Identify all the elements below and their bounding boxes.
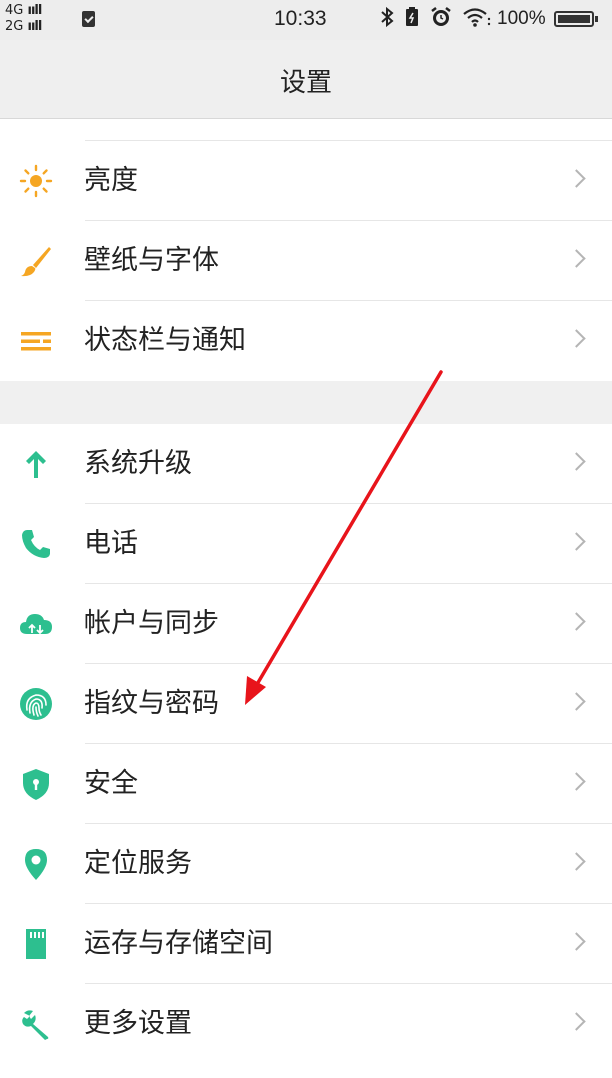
signal-2g: 2G ııll <box>5 19 43 34</box>
chevron-right-icon <box>567 932 586 951</box>
brightness-icon <box>18 163 54 199</box>
settings-item-label: 电话 <box>84 528 138 559</box>
settings-item-label: 指纹与密码 <box>84 688 219 719</box>
signal-4g: 4G ııll <box>5 3 43 18</box>
chevron-right-icon <box>567 852 586 871</box>
chevron-right-icon <box>567 772 586 791</box>
settings-item-phone[interactable]: 电话 <box>0 504 612 584</box>
status-bar: 4G ııll 2G ııll 10:33 100% <box>0 0 612 40</box>
chevron-right-icon <box>567 249 586 268</box>
status-clock: 10:33 <box>274 7 327 30</box>
settings-item-label: 亮度 <box>84 165 138 196</box>
settings-item-system-update[interactable]: 系统升级 <box>0 424 612 504</box>
settings-group-system: 系统升级 电话 帐户与同步 指纹与密码 安全 定位服务 运存与存储空间 更多设置 <box>0 424 612 1078</box>
battery-icon <box>554 11 598 27</box>
settings-item-fingerprint-password[interactable]: 指纹与密码 <box>0 664 612 744</box>
arrow-up-icon <box>18 446 54 482</box>
sd-card-icon <box>18 926 54 962</box>
signal-2g-label: 2G <box>5 19 24 34</box>
settings-item-label: 更多设置 <box>84 1008 192 1039</box>
settings-item-label: 运存与存储空间 <box>84 928 273 959</box>
settings-item-statusbar-notifications[interactable]: 状态栏与通知 <box>0 301 612 381</box>
settings-item-label: 系统升级 <box>84 448 192 479</box>
status-bar-list-icon <box>18 323 54 359</box>
settings-item-security[interactable]: 安全 <box>0 744 612 824</box>
title-bar: 设置 <box>0 40 612 119</box>
battery-saver-icon <box>405 6 419 33</box>
settings-item-location[interactable]: 定位服务 <box>0 824 612 904</box>
settings-item-memory-storage[interactable]: 运存与存储空间 <box>0 904 612 984</box>
wifi-icon <box>462 6 492 33</box>
chevron-right-icon <box>567 169 586 188</box>
settings-item-account-sync[interactable]: 帐户与同步 <box>0 584 612 664</box>
settings-item-more-settings[interactable]: 更多设置 <box>0 984 612 1064</box>
chevron-right-icon <box>567 329 586 348</box>
shield-icon <box>18 766 54 802</box>
settings-item-label: 状态栏与通知 <box>84 325 246 356</box>
battery-percent: 100% <box>497 8 546 29</box>
signal-2g-bars-icon: ııll <box>27 19 43 34</box>
settings-item-brightness[interactable]: 亮度 <box>0 141 612 221</box>
settings-item-label: 帐户与同步 <box>84 608 219 639</box>
phone-icon <box>18 526 54 562</box>
bluetooth-icon <box>380 6 394 33</box>
chevron-right-icon <box>567 612 586 631</box>
chevron-right-icon <box>567 452 586 471</box>
signal-4g-bars-icon: ııll <box>27 3 43 18</box>
notification-check-icon <box>82 11 95 27</box>
cloud-sync-icon <box>18 606 54 642</box>
settings-item-label: 安全 <box>84 768 138 799</box>
chevron-right-icon <box>567 692 586 711</box>
wrench-icon <box>18 1006 54 1042</box>
alarm-icon <box>430 6 452 33</box>
signal-4g-label: 4G <box>5 3 24 18</box>
settings-item-label: 定位服务 <box>84 848 192 879</box>
chevron-right-icon <box>567 1012 586 1031</box>
location-pin-icon <box>18 846 54 882</box>
page-title: 设置 <box>279 68 332 98</box>
settings-item-wallpaper-font[interactable]: 壁纸与字体 <box>0 221 612 301</box>
settings-group-display: 亮度 壁纸与字体 状态栏与通知 <box>0 119 612 381</box>
paintbrush-icon <box>18 243 54 279</box>
settings-item-label: 壁纸与字体 <box>84 245 219 276</box>
chevron-right-icon <box>567 532 586 551</box>
fingerprint-icon <box>18 686 54 722</box>
